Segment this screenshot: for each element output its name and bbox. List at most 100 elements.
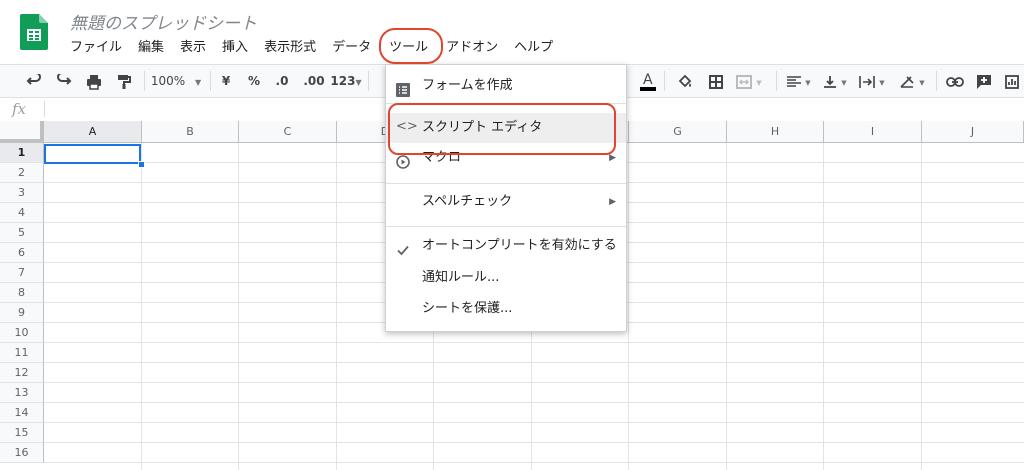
- fill-handle[interactable]: [138, 161, 145, 168]
- menu-item-label: オートコンプリートを有効にする: [422, 238, 617, 253]
- select-all-corner[interactable]: [0, 121, 44, 143]
- submenu-arrow-icon: ▶: [609, 197, 616, 207]
- increase-decimal-button[interactable]: .00: [300, 65, 328, 97]
- toolbar-divider: [936, 71, 937, 91]
- redo-icon[interactable]: [50, 65, 78, 97]
- chevron-down-icon: ▼: [919, 79, 925, 87]
- currency-format-button[interactable]: ¥: [216, 65, 236, 97]
- form-icon: [396, 79, 410, 97]
- column-header-c[interactable]: C: [239, 121, 337, 143]
- row-header[interactable]: 11: [0, 343, 44, 363]
- row-header[interactable]: 3: [0, 183, 44, 203]
- zoom-select[interactable]: 100% ▼: [150, 65, 202, 97]
- menu-format[interactable]: 表示形式: [256, 38, 324, 58]
- row-header[interactable]: 8: [0, 283, 44, 303]
- menu-item-create-form[interactable]: フォームを作成: [386, 71, 626, 101]
- grid-line: [141, 143, 142, 470]
- sheets-logo-icon[interactable]: [20, 14, 48, 50]
- number-format-select[interactable]: 123▼: [330, 65, 362, 97]
- chevron-down-icon: ▼: [841, 79, 847, 87]
- column-header-b[interactable]: B: [142, 121, 239, 143]
- text-color-icon[interactable]: A: [636, 65, 660, 97]
- row-header[interactable]: 9: [0, 303, 44, 323]
- grid-line: [44, 382, 1024, 383]
- grid-line: [823, 143, 824, 470]
- chevron-down-icon: ▼: [879, 79, 885, 87]
- link-icon[interactable]: [942, 65, 968, 97]
- comment-icon[interactable]: [972, 65, 996, 97]
- document-title[interactable]: 無題のスプレッドシート: [70, 9, 257, 34]
- menu-insert[interactable]: 挿入: [214, 38, 256, 58]
- vertical-align-icon[interactable]: ▼: [820, 65, 850, 97]
- column-header-g[interactable]: G: [629, 121, 727, 143]
- formula-divider: [44, 101, 45, 117]
- annotation-script-editor-box: [388, 103, 616, 155]
- toolbar-divider: [144, 71, 145, 91]
- menu-addons[interactable]: アドオン: [438, 38, 506, 58]
- row-header[interactable]: 16: [0, 443, 44, 463]
- menu-item-label: フォームを作成: [422, 78, 513, 93]
- menu-item-protect-sheet[interactable]: シートを保護...: [386, 294, 626, 324]
- percent-format-button[interactable]: %: [244, 65, 264, 97]
- grid-line: [238, 143, 239, 470]
- grid-line: [44, 422, 1024, 423]
- undo-icon[interactable]: [20, 65, 48, 97]
- insert-chart-icon[interactable]: [1000, 65, 1024, 97]
- row-header[interactable]: 7: [0, 263, 44, 283]
- decrease-decimal-button[interactable]: .0: [270, 65, 294, 97]
- text-rotation-icon[interactable]: ▼: [894, 65, 930, 97]
- row-header[interactable]: 10: [0, 323, 44, 343]
- borders-icon[interactable]: [704, 65, 728, 97]
- row-header[interactable]: 1: [0, 143, 44, 163]
- row-header[interactable]: 4: [0, 203, 44, 223]
- menu-item-autocomplete[interactable]: オートコンプリートを有効にする: [386, 231, 626, 261]
- decrease-decimal-label: .0: [275, 74, 289, 88]
- grid-line: [44, 402, 1024, 403]
- merge-cells-icon[interactable]: ▼: [734, 65, 764, 97]
- menu-item-label: シートを保護...: [422, 301, 513, 316]
- row-header[interactable]: 13: [0, 383, 44, 403]
- row-header[interactable]: 6: [0, 243, 44, 263]
- chevron-down-icon: ▼: [355, 78, 362, 87]
- column-header-a[interactable]: A: [44, 121, 142, 143]
- column-header-i[interactable]: I: [824, 121, 922, 143]
- menu-bar: ファイル 編集 表示 挿入 表示形式 データ ツール アドオン ヘルプ: [62, 38, 561, 58]
- number-format-label: 123: [330, 74, 356, 88]
- menu-help[interactable]: ヘルプ: [506, 38, 561, 58]
- column-header-j[interactable]: J: [922, 121, 1024, 143]
- grid-line: [44, 362, 1024, 363]
- row-header[interactable]: 14: [0, 403, 44, 423]
- menu-item-notification-rules[interactable]: 通知ルール...: [386, 263, 626, 293]
- column-header-h[interactable]: H: [727, 121, 824, 143]
- chevron-down-icon: ▼: [805, 79, 811, 87]
- row-header[interactable]: 12: [0, 363, 44, 383]
- text-wrapping-icon[interactable]: ▼: [856, 65, 888, 97]
- menu-view[interactable]: 表示: [172, 38, 214, 58]
- grid-line: [44, 342, 1024, 343]
- zoom-value: 100%: [150, 74, 186, 88]
- row-header[interactable]: 15: [0, 423, 44, 443]
- grid-line: [628, 143, 629, 470]
- menu-item-label: スペルチェック: [422, 194, 513, 209]
- grid-line: [44, 462, 1024, 463]
- checkmark-icon: [396, 239, 410, 256]
- fill-color-icon[interactable]: [672, 65, 698, 97]
- paint-format-icon[interactable]: [110, 65, 138, 97]
- grid-line: [726, 143, 727, 470]
- menu-item-spellcheck[interactable]: スペルチェック ▶: [386, 187, 626, 217]
- toolbar-divider: [210, 71, 211, 91]
- row-header[interactable]: 2: [0, 163, 44, 183]
- grid-line: [336, 143, 337, 470]
- menu-item-label: 通知ルール...: [422, 270, 500, 285]
- menu-edit[interactable]: 編集: [130, 38, 172, 58]
- horizontal-align-icon[interactable]: ▼: [784, 65, 814, 97]
- active-cell-a1[interactable]: [44, 144, 141, 164]
- menu-data[interactable]: データ: [324, 38, 379, 58]
- row-header[interactable]: 5: [0, 223, 44, 243]
- print-icon[interactable]: [80, 65, 108, 97]
- menu-file[interactable]: ファイル: [62, 38, 130, 58]
- toolbar-divider: [776, 71, 777, 91]
- toolbar-divider: [368, 71, 369, 91]
- menu-divider: [386, 226, 626, 227]
- toolbar-divider: [664, 71, 665, 91]
